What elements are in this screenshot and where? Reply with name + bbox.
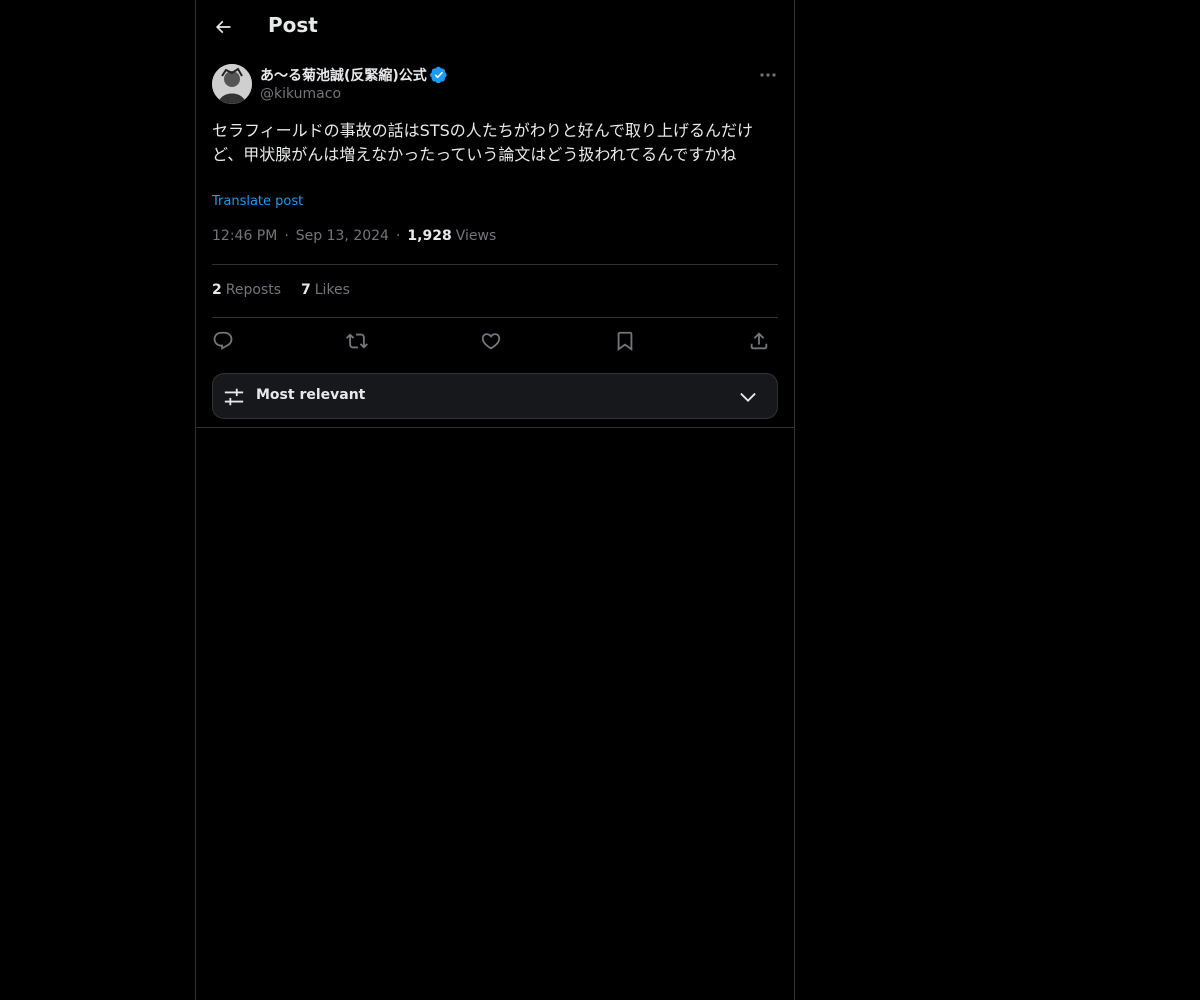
bookmark-icon [614,330,636,352]
reposts-stat[interactable]: 2 Reposts [212,282,281,298]
reposts-label: Reposts [225,282,281,298]
author-block: あ〜る菊池誠(反緊縮)公式 @kikumaco [260,64,448,102]
reposts-count: 2 [212,282,222,298]
chevron-down-icon [737,386,759,408]
sort-label: Most relevant [256,387,366,403]
sliders-icon [223,386,245,408]
more-dots-icon [759,72,777,78]
divider [212,264,778,265]
header: Post [196,0,794,54]
likes-count: 7 [301,282,311,298]
verified-badge-icon[interactable] [429,66,448,84]
section-divider [196,427,794,428]
share-button[interactable] [746,328,772,354]
share-icon [748,330,770,352]
reply-sort-dropdown[interactable]: Most relevant [212,373,778,419]
meta-separator: · [284,228,289,244]
views-label: Views [455,228,497,244]
display-name[interactable]: あ〜る菊池誠(反緊縮)公式 [260,65,427,85]
post-date[interactable]: Sep 13, 2024 [296,228,389,244]
likes-label: Likes [314,282,350,298]
bookmark-button[interactable] [612,328,638,354]
views-count: 1,928 [407,228,452,244]
user-handle[interactable]: @kikumaco [260,86,448,102]
reply-icon [212,330,234,352]
meta-separator: · [395,228,401,244]
post-time[interactable]: 12:46 PM [212,228,277,244]
more-options-button[interactable] [756,65,780,85]
back-button[interactable] [206,10,240,44]
heart-icon [480,330,502,352]
repost-button[interactable] [344,328,370,354]
translate-post-link[interactable]: Translate post [212,194,303,209]
reply-button[interactable] [210,328,236,354]
divider [212,317,778,318]
avatar[interactable] [212,64,252,104]
page-title: Post [268,13,318,37]
post-text: セラフィールドの事故の話はSTSの人たちがわりと好んで取り上げるんだけど、甲状腺… [212,121,753,164]
likes-stat[interactable]: 7 Likes [301,282,350,298]
post-meta: 12:46 PM · Sep 13, 2024 · 1,928 Views [212,228,496,244]
action-bar [212,328,778,354]
repost-icon [346,330,368,352]
post-stats: 2 Reposts 7 Likes [212,282,350,298]
arrow-left-icon [213,17,233,37]
like-button[interactable] [478,328,504,354]
main-column: Post あ〜る菊池誠(反緊縮)公式 @kikumaco セラフィールドの事故の… [195,0,795,1000]
